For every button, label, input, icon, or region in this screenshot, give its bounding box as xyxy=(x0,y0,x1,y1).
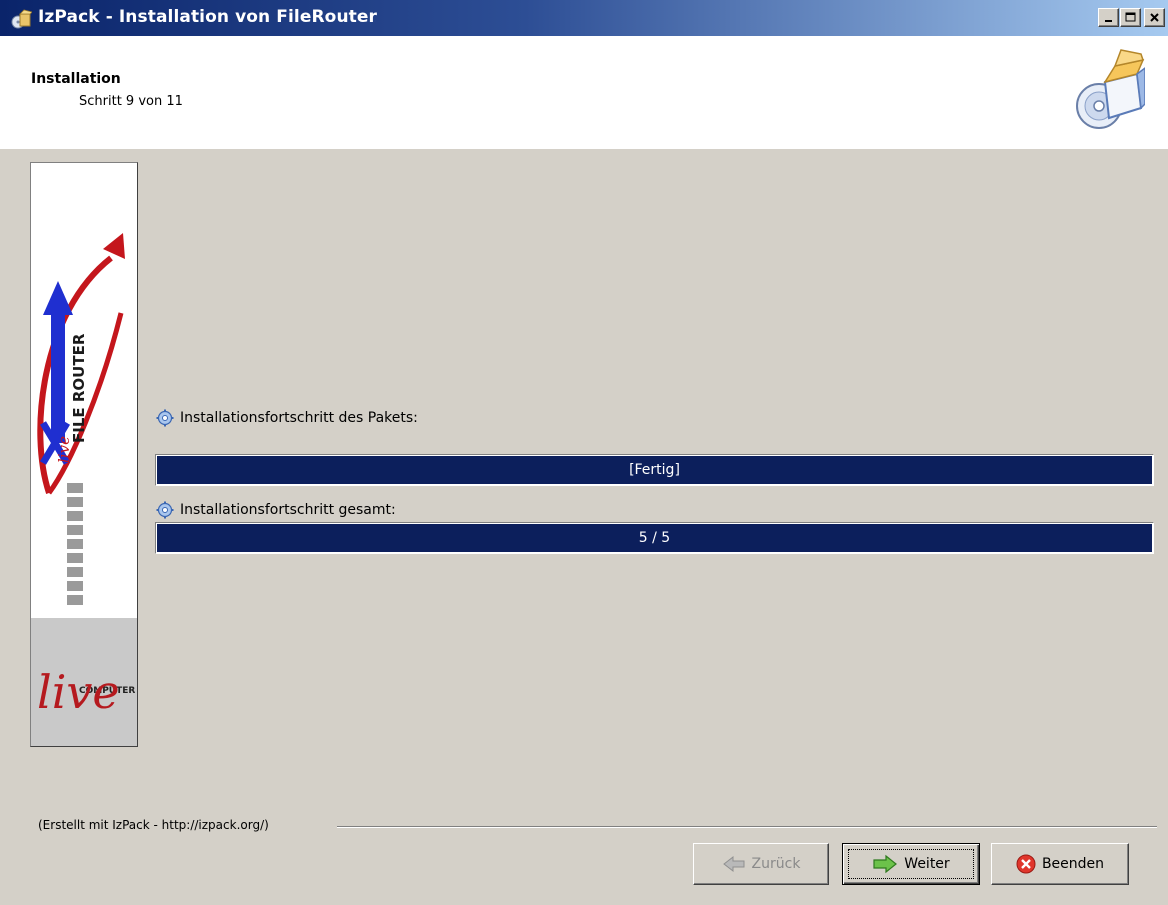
close-icon xyxy=(1150,13,1159,22)
back-button-label: Zurück xyxy=(751,856,801,872)
maximize-icon xyxy=(1125,12,1136,22)
close-button[interactable] xyxy=(1144,8,1165,27)
package-progress-label-row: Installationsfortschritt des Pakets: xyxy=(156,406,418,430)
izpack-credit: (Erstellt mit IzPack - http://izpack.org… xyxy=(38,818,273,832)
title-bar[interactable]: IzPack - Installation von FileRouter xyxy=(0,0,1168,36)
footer-divider xyxy=(337,826,1157,828)
gear-icon xyxy=(156,501,174,519)
arrow-right-icon xyxy=(872,854,898,874)
arrow-left-icon xyxy=(722,855,746,873)
package-cd-icon xyxy=(1075,48,1146,134)
overall-progress-text: 5 / 5 xyxy=(638,530,671,546)
package-progress-label: Installationsfortschritt des Pakets: xyxy=(180,410,418,426)
step-indicator: Schritt 9 von 11 xyxy=(79,94,183,109)
minimize-button[interactable] xyxy=(1098,8,1119,27)
logo-vertical-text: FILE ROUTER xyxy=(70,333,88,443)
package-progress-bar: [Fertig] xyxy=(155,454,1154,486)
bottom-logo-main: live xyxy=(37,665,120,719)
back-button[interactable]: Zurück xyxy=(693,843,829,885)
page-title: Installation xyxy=(31,71,121,87)
filerouter-logo: FILE ROUTER live COMPUTER live xyxy=(31,163,137,746)
overall-progress-bar: 5 / 5 xyxy=(155,522,1154,554)
app-package-icon xyxy=(10,8,33,30)
overall-progress-label-row: Installationsfortschritt gesamt: xyxy=(156,499,396,521)
minimize-icon xyxy=(1105,20,1112,22)
quit-button-label: Beenden xyxy=(1041,856,1105,872)
logo-brand-small: live xyxy=(55,436,73,463)
wizard-header: Installation Schritt 9 von 11 xyxy=(0,36,1168,149)
header-separator xyxy=(0,148,1168,149)
next-button[interactable]: Weiter xyxy=(842,843,980,885)
next-button-label: Weiter xyxy=(904,856,950,872)
maximize-button[interactable] xyxy=(1120,8,1141,27)
package-progress-text: [Fertig] xyxy=(629,462,680,478)
gear-icon xyxy=(156,409,174,427)
quit-button[interactable]: Beenden xyxy=(991,843,1129,885)
side-logo-panel: FILE ROUTER live COMPUTER live xyxy=(30,162,138,747)
overall-progress-label: Installationsfortschritt gesamt: xyxy=(180,502,396,518)
window-title: IzPack - Installation von FileRouter xyxy=(38,7,377,27)
cancel-icon xyxy=(1016,854,1036,874)
